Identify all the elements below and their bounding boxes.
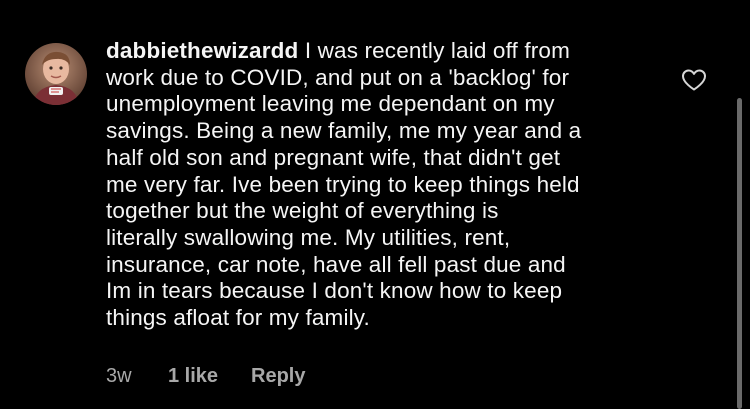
- like-button[interactable]: [681, 68, 707, 92]
- comment-timestamp: 3w: [106, 365, 132, 387]
- like-count[interactable]: 1 like: [168, 364, 218, 388]
- comment-text: savings. Being a new family, me my year …: [106, 118, 582, 144]
- comment-text: Im in tears because I don't know how to …: [106, 278, 563, 304]
- comment-text: things afloat for my family.: [106, 305, 370, 331]
- avatar-image: [25, 43, 87, 105]
- comment-text: literally swallowing me. My utilities, r…: [106, 224, 511, 250]
- scrollbar[interactable]: [737, 98, 742, 409]
- comment-text: half old son and pregnant wife, that did…: [106, 144, 561, 170]
- avatar[interactable]: [25, 43, 87, 105]
- comment-text: insurance, car note, have all fell past …: [106, 251, 566, 277]
- comment-line-1: dabbiethewizardd I was recently laid off…: [106, 38, 666, 65]
- comment-text: together but the weight of everything is: [106, 198, 499, 224]
- reply-button[interactable]: Reply: [251, 364, 305, 388]
- comment-username[interactable]: dabbiethewizardd: [106, 38, 298, 63]
- comment-body: dabbiethewizardd I was recently laid off…: [106, 38, 666, 332]
- comment-text: unemployment leaving me dependant on my: [106, 91, 555, 117]
- comment-text: me very far. Ive been trying to keep thi…: [106, 171, 580, 197]
- comment-text: work due to COVID, and put on a 'backlog…: [106, 64, 570, 90]
- comment-text: I was recently laid off from: [304, 38, 570, 63]
- heart-outline-icon: [682, 69, 706, 91]
